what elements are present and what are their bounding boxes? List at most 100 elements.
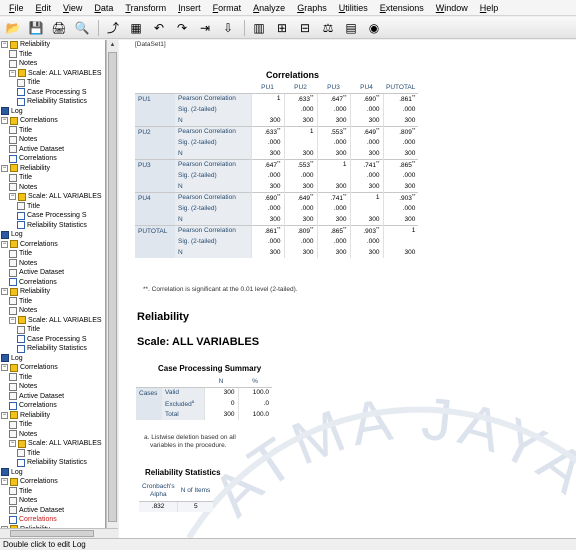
outline-item[interactable]: − Reliability [0, 164, 105, 174]
goto-data-icon[interactable]: ▦ [127, 19, 145, 37]
outline-item[interactable]: Log [0, 468, 105, 478]
outline-vertical-scrollbar[interactable]: ▲ [106, 40, 118, 528]
collapse-toggle-icon[interactable]: − [9, 440, 16, 448]
collapse-toggle-icon[interactable]: − [9, 316, 16, 324]
outline-item[interactable]: Title [0, 325, 105, 335]
outline-item[interactable]: Title [0, 449, 105, 459]
outline-item[interactable]: Reliability Statistics [0, 221, 105, 231]
outline-item[interactable]: Active Dataset [0, 392, 105, 402]
outline-item[interactable]: Title [0, 373, 105, 383]
outline-item[interactable]: − Correlations [0, 363, 105, 373]
outline-item[interactable]: Reliability Statistics [0, 458, 105, 468]
menu-edit[interactable]: Edit [30, 1, 58, 15]
scrollbar-thumb[interactable] [108, 52, 117, 522]
menu-format[interactable]: Format [207, 1, 248, 15]
menu-graphs[interactable]: Graphs [291, 1, 333, 15]
collapse-toggle-icon[interactable]: − [9, 193, 16, 201]
menu-insert[interactable]: Insert [172, 1, 207, 15]
outline-item[interactable]: Title [0, 249, 105, 259]
collapse-toggle-icon[interactable]: − [1, 240, 8, 248]
menu-file[interactable]: File [3, 1, 30, 15]
goto-case-icon[interactable]: ⇥ [196, 19, 214, 37]
collapse-toggle-icon[interactable]: − [1, 364, 8, 372]
split-file-icon[interactable]: ⊟ [296, 19, 314, 37]
show-all-variables-icon[interactable]: ◉ [365, 19, 383, 37]
redo-icon[interactable]: ↷ [173, 19, 191, 37]
collapse-toggle-icon[interactable]: − [1, 164, 8, 172]
outline-item[interactable]: Title [0, 50, 105, 60]
case-processing-table[interactable]: N% Cases Valid 300 100.0 Excludeda 0.0 Total 300… [136, 376, 272, 420]
undo-icon[interactable]: ↶ [150, 19, 168, 37]
outline-item[interactable]: Case Processing S [0, 211, 105, 221]
collapse-toggle-icon[interactable]: − [1, 411, 8, 419]
collapse-toggle-icon[interactable]: − [1, 478, 8, 486]
variables-icon[interactable]: ▥ [250, 19, 268, 37]
outline-item[interactable]: Title [0, 420, 105, 430]
menu-utilities[interactable]: Utilities [333, 1, 374, 15]
outline-item[interactable]: Notes [0, 59, 105, 69]
reliability-statistics-table[interactable]: Cronbach's Alpha N of Items .832 5 [139, 481, 214, 512]
outline-item[interactable]: − Reliability [0, 411, 105, 421]
menu-data[interactable]: Data [88, 1, 119, 15]
insert-case-icon[interactable]: ⊞ [273, 19, 291, 37]
outline-item[interactable]: − Scale: ALL VARIABLES [0, 192, 105, 202]
outline-pane[interactable]: − Reliability Title Notes − Scale: ALL VARIAB… [0, 40, 106, 528]
menu-help[interactable]: Help [474, 1, 505, 15]
outline-item[interactable]: Log [0, 107, 105, 117]
outline-item[interactable]: Notes [0, 135, 105, 145]
outline-item[interactable]: Title [0, 126, 105, 136]
outline-item[interactable]: Active Dataset [0, 268, 105, 278]
output-viewer[interactable]: ATMA JAYA [DataSet1] Correlations ➜ PU1P… [119, 40, 576, 538]
outline-item[interactable]: Notes [0, 306, 105, 316]
export-icon[interactable]: ⤴ [104, 19, 122, 37]
outline-item[interactable]: Log [0, 354, 105, 364]
outline-item[interactable]: Notes [0, 183, 105, 193]
outline-item[interactable]: Correlations [0, 401, 105, 411]
collapse-toggle-icon[interactable]: − [1, 288, 8, 296]
outline-horizontal-scrollbar[interactable] [0, 528, 118, 538]
open-icon[interactable]: 📂 [4, 19, 22, 37]
outline-item[interactable]: Notes [0, 259, 105, 269]
outline-item[interactable]: Title [0, 78, 105, 88]
correlations-table[interactable]: PU1 PU2 PU3 PU4 PUTOTAL PU1 Pearson Correlatio… [135, 82, 419, 258]
outline-item[interactable]: Log [0, 230, 105, 240]
collapse-toggle-icon[interactable]: − [9, 69, 16, 77]
outline-item[interactable]: Title [0, 487, 105, 497]
outline-item[interactable]: − Correlations [0, 240, 105, 250]
outline-item[interactable]: − Correlations [0, 477, 105, 487]
outline-item[interactable]: Notes [0, 430, 105, 440]
outline-item[interactable]: Correlations [0, 154, 105, 164]
outline-item[interactable]: Title [0, 173, 105, 183]
outline-item[interactable]: − Reliability [0, 287, 105, 297]
value-labels-icon[interactable]: ▤ [342, 19, 360, 37]
goto-variable-icon[interactable]: ⇩ [219, 19, 237, 37]
outline-item[interactable]: − Correlations [0, 116, 105, 126]
collapse-toggle-icon[interactable]: − [1, 41, 8, 49]
outline-item[interactable]: Active Dataset [0, 145, 105, 155]
outline-item[interactable]: Notes [0, 382, 105, 392]
print-icon[interactable]: 🖨 [50, 19, 68, 37]
outline-item[interactable]: Reliability Statistics [0, 97, 105, 107]
outline-item[interactable]: Active Dataset [0, 506, 105, 516]
outline-item[interactable]: Notes [0, 496, 105, 506]
outline-item[interactable]: − Reliability [0, 40, 105, 50]
menu-window[interactable]: Window [430, 1, 474, 15]
outline-item[interactable]: − Scale: ALL VARIABLES [0, 439, 105, 449]
outline-item[interactable]: − Scale: ALL VARIABLES [0, 316, 105, 326]
save-icon[interactable]: 💾 [27, 19, 45, 37]
menu-transform[interactable]: Transform [119, 1, 172, 15]
outline-item[interactable]: Title [0, 202, 105, 212]
collapse-toggle-icon[interactable]: − [1, 117, 8, 125]
outline-item[interactable]: Case Processing S [0, 335, 105, 345]
menu-extensions[interactable]: Extensions [374, 1, 430, 15]
outline-item[interactable]: Correlations [0, 278, 105, 288]
outline-item[interactable]: Correlations [0, 515, 105, 525]
outline-item[interactable]: − Scale: ALL VARIABLES [0, 69, 105, 79]
print-preview-icon[interactable]: 🔍 [73, 19, 91, 37]
select-cases-icon[interactable]: ⚖ [319, 19, 337, 37]
outline-item[interactable]: Reliability Statistics [0, 344, 105, 354]
scrollbar-thumb[interactable] [10, 530, 94, 537]
menu-view[interactable]: View [57, 1, 88, 15]
outline-item[interactable]: Case Processing S [0, 88, 105, 98]
menu-analyze[interactable]: Analyze [247, 1, 291, 15]
